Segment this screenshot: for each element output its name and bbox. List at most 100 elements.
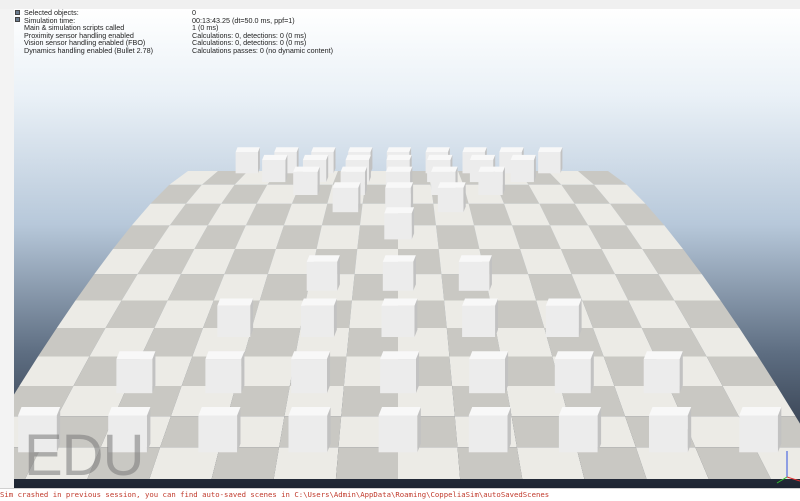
cube-front-face [262,160,286,183]
simulation-info-overlay: Selected objects: 0 Simulation time: 00:13:… [14,9,434,55]
cube[interactable] [262,154,288,183]
cube-front-face [235,152,258,174]
cube-top-face [386,147,412,153]
cube-top-face [499,147,524,153]
cube-top-face [108,407,151,416]
cube[interactable] [643,351,683,394]
cube-top-face [545,298,582,306]
cube[interactable] [198,407,241,453]
floor-tile [436,225,480,249]
scene-viewport[interactable]: Selected objects: 0 Simulation time: 00:13:… [14,9,800,488]
cube[interactable] [382,255,416,291]
cube[interactable] [538,147,563,174]
cube[interactable] [291,351,331,394]
cube[interactable] [235,147,260,174]
cube[interactable] [510,154,536,183]
cube-top-face [538,147,563,153]
cube-top-face [302,154,329,160]
cube-front-face [554,359,591,394]
cube[interactable] [381,298,418,338]
cube[interactable] [554,351,594,394]
cube-top-face [291,351,331,360]
cube-top-face [558,407,602,416]
cube-top-face [382,255,416,262]
cube-front-face [380,359,416,394]
cube-top-face [345,154,371,160]
info-row: Dynamics handling enabled (Bullet 2.78) C… [14,47,434,55]
cube-top-face [274,147,299,153]
cube-top-face [348,147,373,153]
cube-front-face [538,152,561,174]
cube[interactable] [332,182,361,213]
cube-top-face [311,147,336,153]
cube-front-face [378,415,418,453]
floor-tile [484,274,537,301]
floor-tile [490,300,545,328]
cube-top-face [437,182,466,188]
cube-top-face [217,298,254,306]
cube-top-face [378,407,421,416]
cube-top-face [340,166,367,172]
cube-top-face [288,407,331,416]
cube-top-face [384,207,415,214]
info-value: Calculations passes: 0 (no dynamic conte… [192,45,334,55]
cube-top-face [468,407,511,416]
cube[interactable] [300,298,337,338]
cube-top-face [306,255,340,262]
cube-top-face [262,154,288,160]
scene-3d-view[interactable] [14,9,800,488]
cube[interactable] [205,351,245,394]
cube-top-face [385,182,414,188]
cube[interactable] [558,407,602,453]
cube[interactable] [217,298,254,338]
expand-toggle-icon[interactable] [15,17,20,23]
cube[interactable] [437,182,466,213]
floor-tile [243,328,301,357]
cube-top-face [649,407,692,416]
cube[interactable] [378,407,421,453]
axes-orientation-icon [776,451,800,484]
cube-front-face [116,359,153,394]
cube-top-face [293,166,320,172]
cube[interactable] [306,255,340,291]
cube-top-face [205,351,245,360]
cube-front-face [510,160,534,183]
cube-front-face [293,171,318,195]
cube-front-face [306,261,338,291]
cube-front-face [468,415,508,453]
cube[interactable] [649,407,692,453]
cube-top-face [431,166,458,172]
cube[interactable] [469,351,509,394]
scene-hierarchy-panel[interactable] [0,9,15,488]
cube[interactable] [478,166,505,195]
cube[interactable] [380,351,420,394]
cube-top-face [427,154,453,160]
cube-top-face [381,298,418,306]
cube-top-face [739,407,782,416]
cube-front-face [198,415,238,453]
expand-toggle-icon[interactable] [15,9,20,15]
cube-top-face [458,255,492,262]
cube-top-face [469,154,496,160]
cube[interactable] [458,255,492,291]
cube-front-face [384,213,412,240]
cube-top-face [462,298,498,306]
cube-front-face [558,415,598,453]
cube-front-face [300,305,334,337]
cube[interactable] [384,207,415,240]
cube-front-face [643,359,680,394]
cube-front-face [458,261,490,291]
cube-top-face [425,147,450,153]
cube[interactable] [545,298,582,338]
cube-front-face [649,415,688,453]
cube[interactable] [293,166,320,195]
cube-top-face [18,407,61,416]
cube-top-face [469,351,509,360]
cube[interactable] [288,407,331,453]
cube-front-face [288,415,328,453]
cube-front-face [332,187,359,213]
cube[interactable] [116,351,156,394]
cube[interactable] [462,298,498,338]
cube[interactable] [468,407,511,453]
floor-tile [259,274,312,301]
